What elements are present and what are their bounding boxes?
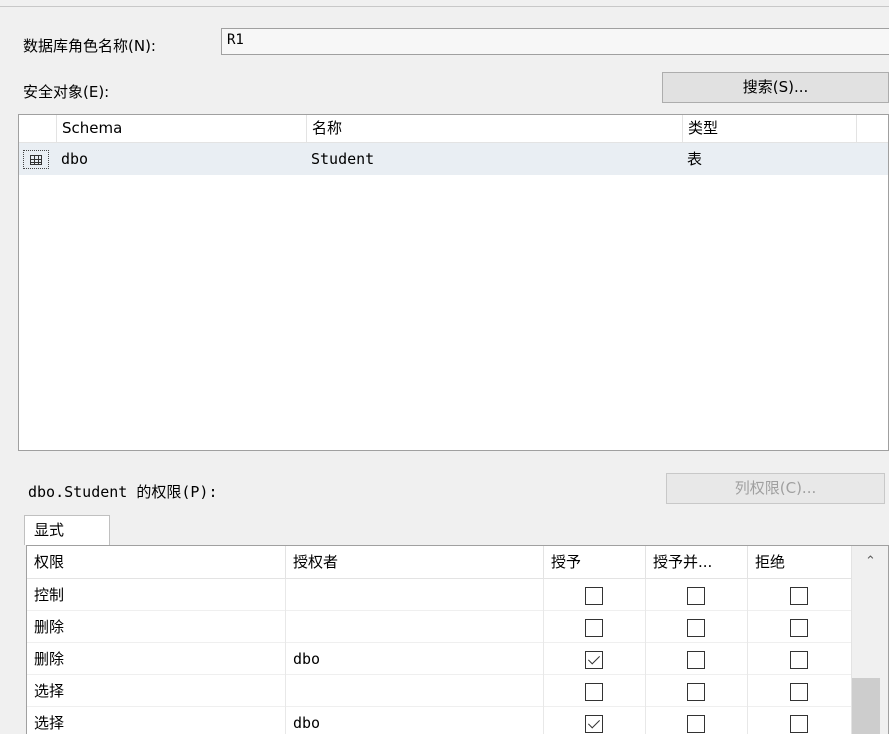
scrollbar-thumb[interactable] (852, 678, 880, 734)
table-icon (23, 150, 49, 169)
role-name-label: 数据库角色名称(N): (23, 37, 156, 55)
with-grant-checkbox[interactable] (687, 715, 705, 733)
grant-cell (543, 643, 645, 675)
with-grant-cell (645, 707, 747, 734)
with-grant-cell (645, 611, 747, 643)
securables-grid: Schema 名称 类型 dbo Student 表 (18, 114, 889, 451)
vertical-scrollbar[interactable]: ⌃ (851, 546, 888, 734)
permission-cell: 选择 (34, 714, 65, 732)
column-header-permission[interactable]: 权限 (27, 546, 285, 578)
with-grant-checkbox[interactable] (687, 619, 705, 637)
column-header-with-grant[interactable]: 授予并... (645, 546, 747, 578)
deny-cell (747, 643, 851, 675)
grant-checkbox[interactable] (585, 683, 603, 701)
with-grant-checkbox[interactable] (687, 651, 705, 669)
deny-checkbox[interactable] (790, 651, 808, 669)
deny-checkbox[interactable] (790, 619, 808, 637)
top-divider (0, 0, 889, 7)
deny-cell (747, 611, 851, 643)
grant-cell (543, 611, 645, 643)
permission-row[interactable]: 控制 (27, 579, 851, 611)
with-grant-checkbox[interactable] (687, 587, 705, 605)
grant-cell (543, 579, 645, 611)
securable-name: Student (311, 150, 375, 168)
grantor-cell (285, 579, 543, 611)
grant-checkbox[interactable] (585, 587, 603, 605)
column-header-filler (856, 115, 888, 142)
grant-checkbox[interactable] (585, 715, 603, 733)
column-permissions-button[interactable]: 列权限(C)... (666, 473, 885, 504)
securable-row[interactable]: dbo Student 表 (19, 143, 888, 175)
grantor-cell: dbo (285, 707, 543, 734)
permission-row[interactable]: 删除 (27, 611, 851, 643)
securable-schema: dbo (61, 150, 89, 168)
permission-cell: 删除 (34, 618, 65, 636)
permission-row[interactable]: 选择 dbo (27, 707, 851, 734)
permission-cell: 选择 (34, 682, 65, 700)
permission-cell: 控制 (34, 586, 65, 604)
deny-cell (747, 675, 851, 707)
permission-row[interactable]: 删除 dbo (27, 643, 851, 675)
with-grant-cell (645, 643, 747, 675)
column-header-deny[interactable]: 拒绝 (747, 546, 851, 578)
column-header-grantor[interactable]: 授权者 (285, 546, 543, 578)
role-properties-dialog: 数据库角色名称(N): R1 安全对象(E): 搜索(S)... Schema … (0, 0, 889, 734)
grant-checkbox[interactable] (585, 619, 603, 637)
securables-label: 安全对象(E): (23, 83, 110, 101)
securable-type: 表 (687, 150, 703, 168)
deny-cell (747, 707, 851, 734)
grant-cell (543, 707, 645, 734)
column-header-grant[interactable]: 授予 (543, 546, 645, 578)
deny-checkbox[interactable] (790, 683, 808, 701)
column-header-schema[interactable]: Schema (56, 115, 306, 142)
with-grant-cell (645, 675, 747, 707)
grantor-cell (285, 675, 543, 707)
securables-grid-header: Schema 名称 类型 (19, 115, 888, 143)
column-header-type[interactable]: 类型 (682, 115, 856, 142)
permission-row[interactable]: 选择 (27, 675, 851, 707)
search-button[interactable]: 搜索(S)... (662, 72, 889, 103)
grantor-cell (285, 611, 543, 643)
tab-explicit[interactable]: 显式 (24, 515, 110, 545)
with-grant-cell (645, 579, 747, 611)
with-grant-checkbox[interactable] (687, 683, 705, 701)
scroll-up-arrow-icon[interactable]: ⌃ (852, 546, 888, 578)
permissions-label: dbo.Student 的权限(P): (28, 483, 218, 501)
grantor-cell: dbo (285, 643, 543, 675)
deny-cell (747, 579, 851, 611)
permissions-grid-header: 权限 授权者 授予 授予并... 拒绝 (27, 546, 851, 579)
deny-checkbox[interactable] (790, 715, 808, 733)
grant-checkbox[interactable] (585, 651, 603, 669)
grant-cell (543, 675, 645, 707)
deny-checkbox[interactable] (790, 587, 808, 605)
permissions-grid: 权限 授权者 授予 授予并... 拒绝 控制 删除 删除 dbo 选择 选择 d… (26, 545, 889, 734)
permission-cell: 删除 (34, 650, 65, 668)
role-name-input[interactable]: R1 (221, 28, 889, 55)
column-header-name[interactable]: 名称 (306, 115, 682, 142)
